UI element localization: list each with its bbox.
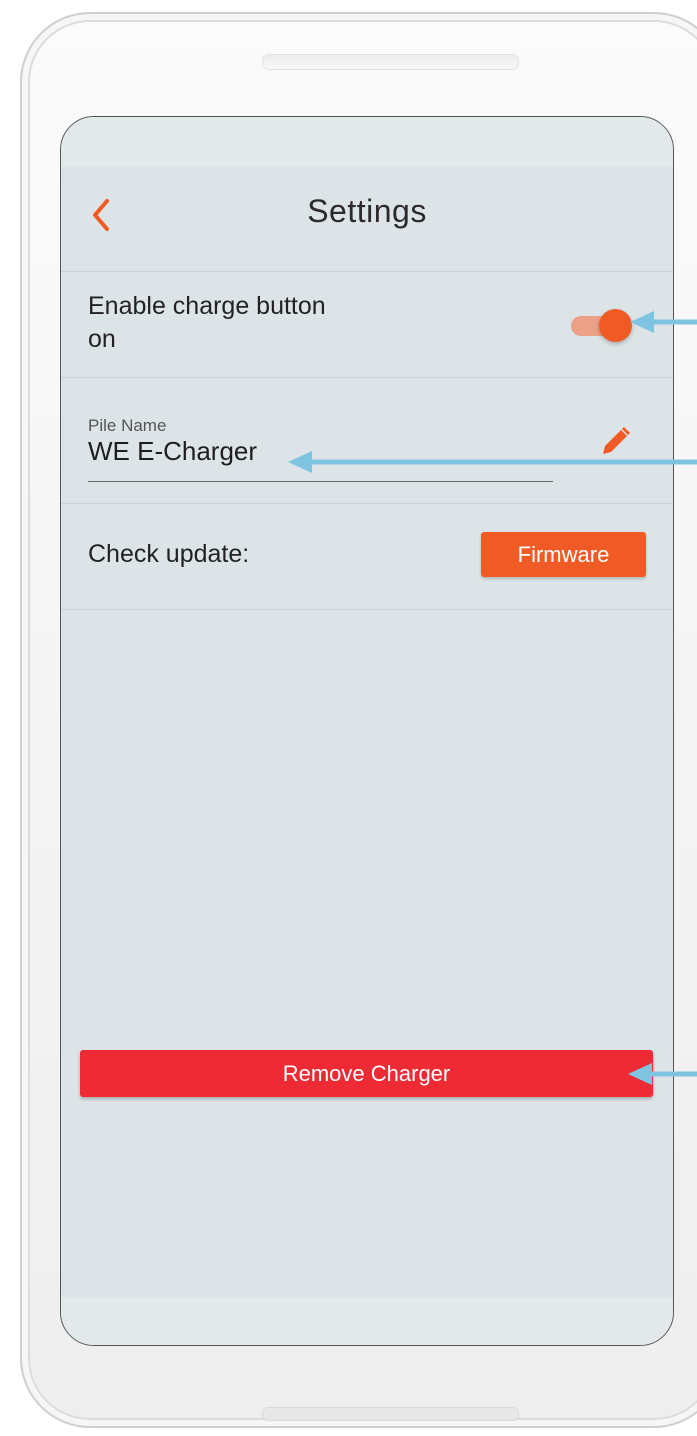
pile-name-row: Pile Name: [61, 378, 673, 504]
pencil-icon[interactable]: [595, 422, 635, 462]
check-update-label: Check update:: [88, 540, 250, 568]
app-header: Settings: [61, 167, 673, 272]
enable-charge-row: Enable charge button on: [61, 272, 673, 378]
toggle-thumb: [599, 309, 632, 342]
speaker-grille: [262, 54, 519, 70]
status-bar: [61, 117, 673, 167]
firmware-button[interactable]: Firmware: [481, 532, 646, 577]
enable-charge-label: Enable charge button on: [88, 292, 326, 353]
pile-name-underline: [88, 481, 553, 482]
remove-charger-button[interactable]: Remove Charger: [80, 1050, 653, 1097]
navigation-bar: [61, 1297, 673, 1345]
page-title: Settings: [307, 193, 427, 229]
app-screen: Settings Enable charge button on Pile Na…: [60, 116, 674, 1346]
check-update-row: Check update: Firmware: [61, 504, 673, 610]
pile-name-input[interactable]: [88, 436, 488, 467]
enable-charge-toggle[interactable]: [569, 309, 632, 343]
bottom-grille: [262, 1407, 519, 1421]
pile-name-label: Pile Name: [88, 416, 167, 435]
